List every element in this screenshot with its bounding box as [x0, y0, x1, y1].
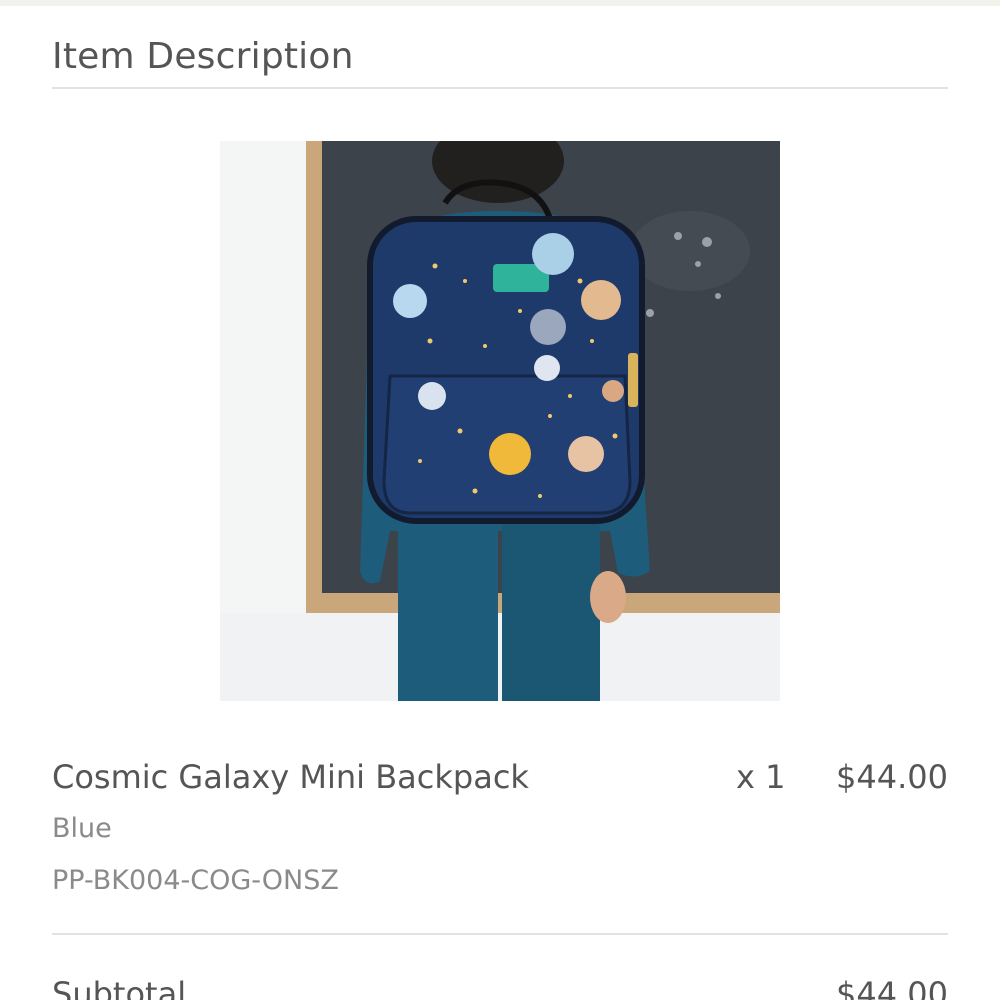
section-title: Item Description — [52, 36, 354, 77]
item-sku: PP-BK004-COG-ONSZ — [52, 865, 339, 896]
top-strip — [0, 0, 1000, 6]
product-image — [220, 141, 780, 701]
summary-divider — [52, 933, 948, 935]
item-variant: Blue — [52, 813, 112, 844]
subtotal-label: Subtotal — [52, 975, 187, 1000]
item-name: Cosmic Galaxy Mini Backpack — [52, 758, 529, 796]
title-divider — [52, 87, 948, 89]
item-price: $44.00 — [836, 758, 948, 796]
item-quantity: x 1 — [736, 758, 786, 796]
subtotal-value: $44.00 — [836, 975, 948, 1000]
